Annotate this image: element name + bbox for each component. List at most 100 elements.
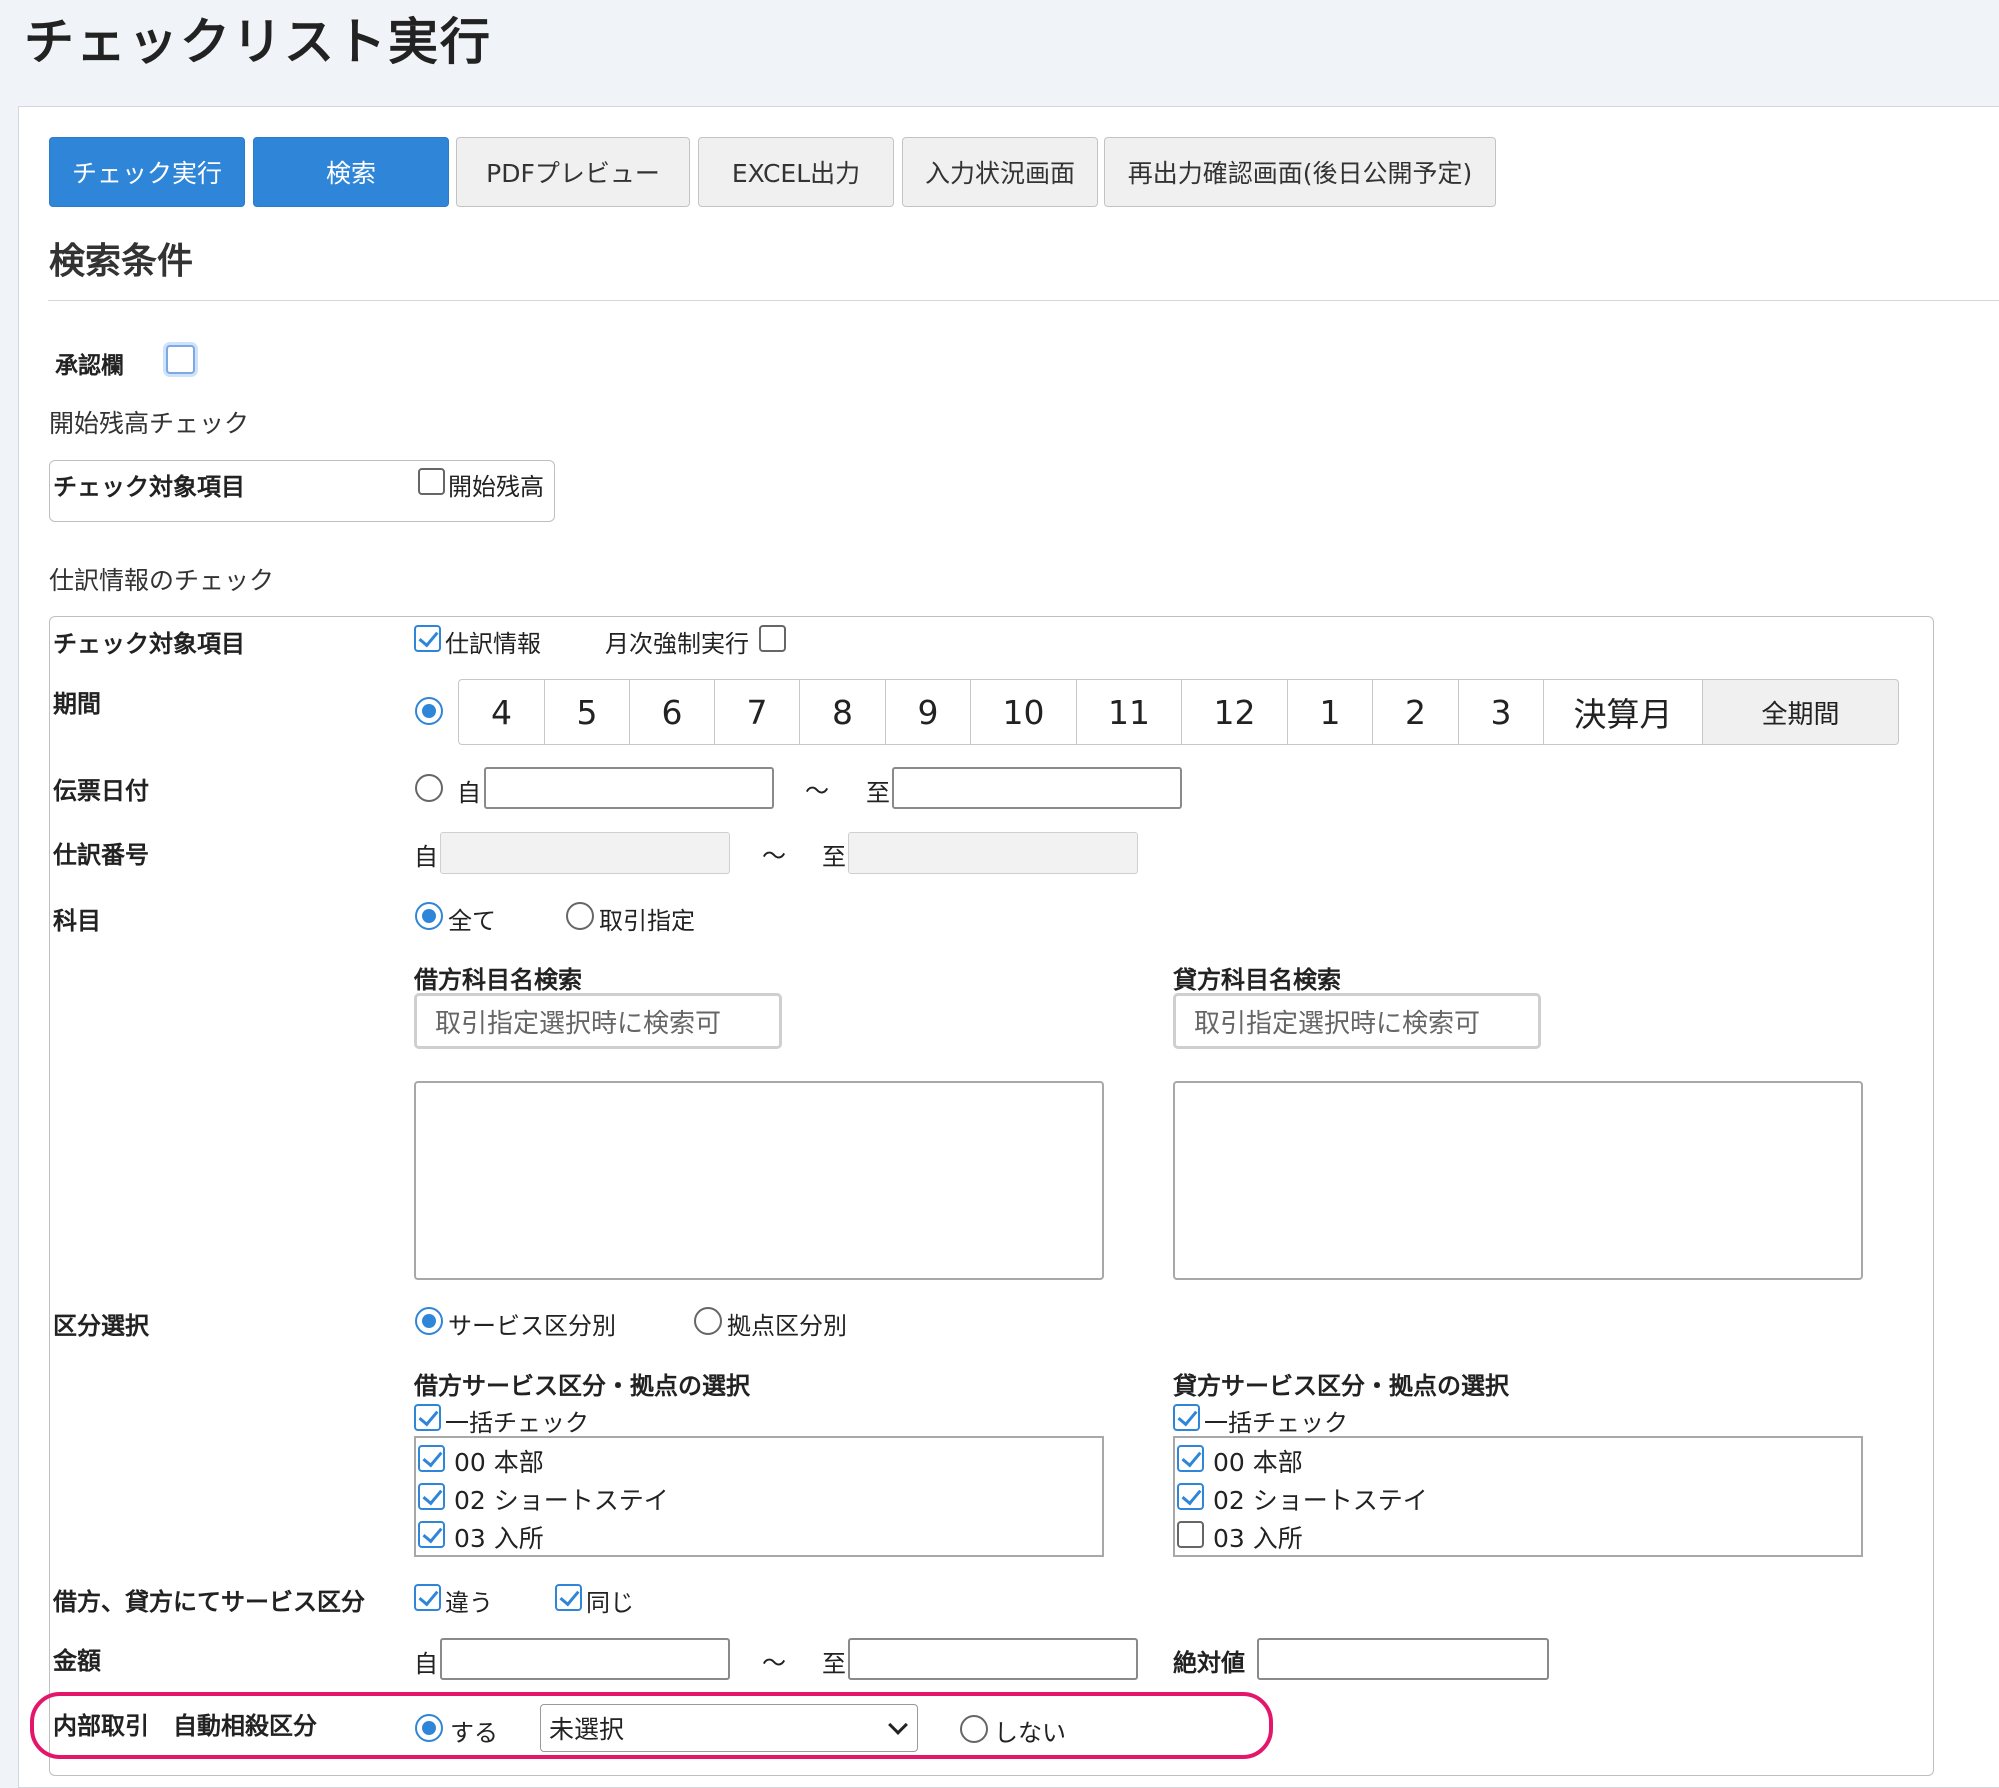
account-specify-radio[interactable] (566, 902, 594, 930)
journal-target-label: チェック対象項目 (53, 630, 245, 658)
month-3[interactable]: 3 (1458, 679, 1544, 745)
chevron-down-icon (888, 1715, 908, 1735)
journal-no-from-input[interactable] (440, 832, 730, 874)
credit-search-input[interactable]: 取引指定選択時に検索可 (1173, 993, 1541, 1049)
slip-date-to-input[interactable] (892, 767, 1182, 809)
journal-section-label: 仕訳情報のチェック (49, 566, 275, 595)
debit-service-00-checkbox[interactable] (418, 1445, 445, 1472)
reoutput-confirm-button[interactable]: 再出力確認画面(後日公開予定) (1104, 137, 1496, 207)
period-radio[interactable] (415, 697, 443, 725)
amount-to-input[interactable] (848, 1638, 1138, 1680)
period-label: 期間 (53, 690, 101, 718)
by-service-radio[interactable] (415, 1307, 443, 1335)
account-label: 科目 (53, 907, 101, 935)
account-all-label: 全て (448, 907, 496, 935)
search-button[interactable]: 検索 (253, 137, 449, 207)
credit-service-label: 貸方サービス区分・拠点の選択 (1173, 1372, 1509, 1400)
credit-service-03-label: 03 入所 (1213, 1524, 1303, 1553)
credit-service-02-label: 02 ショートステイ (1213, 1486, 1428, 1515)
journal-no-label: 仕訳番号 (53, 841, 149, 869)
month-12[interactable]: 12 (1181, 679, 1288, 745)
input-status-button[interactable]: 入力状況画面 (902, 137, 1098, 207)
debit-bulk-checkbox[interactable] (414, 1404, 441, 1431)
different-checkbox[interactable] (414, 1584, 441, 1611)
internal-offset-select[interactable]: 未選択 (540, 1704, 918, 1752)
internal-offset-label: 内部取引 自動相殺区分 (53, 1712, 317, 1740)
month-9[interactable]: 9 (885, 679, 971, 745)
internal-dont-radio[interactable] (960, 1715, 988, 1743)
debit-account-list[interactable] (414, 1081, 1104, 1280)
slip-date-from-input[interactable] (484, 767, 774, 809)
credit-service-03-checkbox[interactable] (1177, 1521, 1204, 1548)
pdf-preview-button[interactable]: PDFプレビュー (456, 137, 690, 207)
amount-from-label: 自 (414, 1650, 438, 1678)
amount-to-label: 至 (822, 1650, 846, 1678)
credit-service-02-checkbox[interactable] (1177, 1483, 1204, 1510)
division-label: 区分選択 (53, 1312, 149, 1340)
absolute-input[interactable] (1257, 1638, 1549, 1680)
slip-date-from-label: 自 (457, 779, 481, 807)
debit-search-label: 借方科目名検索 (414, 966, 582, 994)
debit-service-03-checkbox[interactable] (418, 1521, 445, 1548)
approval-checkbox[interactable] (166, 345, 195, 374)
same-checkbox[interactable] (555, 1584, 582, 1611)
opening-balance-label: 開始残高 (448, 473, 544, 501)
credit-search-label: 貸方科目名検索 (1173, 966, 1341, 994)
monthly-force-label: 月次強制実行 (605, 630, 749, 658)
divider (48, 300, 1999, 301)
month-selector: 4 5 6 7 8 9 10 11 12 1 2 3 決算月 全期間 (458, 679, 1899, 745)
by-base-radio[interactable] (694, 1307, 722, 1335)
internal-dont-label: しない (994, 1719, 1066, 1747)
monthly-force-checkbox[interactable] (759, 625, 786, 652)
journal-info-checkbox[interactable] (414, 625, 441, 652)
month-6[interactable]: 6 (629, 679, 715, 745)
different-label: 違う (445, 1589, 493, 1617)
account-all-radio[interactable] (415, 902, 443, 930)
month-5[interactable]: 5 (544, 679, 630, 745)
excel-export-button[interactable]: EXCEL出力 (698, 137, 894, 207)
credit-service-00-checkbox[interactable] (1177, 1445, 1204, 1472)
debit-service-list[interactable]: 00 本部 02 ショートステイ 03 入所 (414, 1436, 1104, 1557)
opening-balance-checkbox[interactable] (418, 468, 445, 495)
run-check-button[interactable]: チェック実行 (49, 137, 245, 207)
debit-search-input[interactable]: 取引指定選択時に検索可 (414, 993, 782, 1049)
credit-service-list[interactable]: 00 本部 02 ショートステイ 03 入所 (1173, 1436, 1863, 1557)
debit-service-label: 借方サービス区分・拠点の選択 (414, 1372, 750, 1400)
debit-credit-service-label: 借方、貸方にてサービス区分 (53, 1588, 365, 1616)
internal-offset-select-value: 未選択 (549, 1715, 625, 1744)
slip-date-to-label: 至 (866, 779, 890, 807)
month-1[interactable]: 1 (1287, 679, 1373, 745)
month-7[interactable]: 7 (714, 679, 800, 745)
amount-from-input[interactable] (440, 1638, 730, 1680)
journal-no-tilde: 〜 (762, 842, 786, 870)
account-specify-label: 取引指定 (599, 907, 695, 935)
slip-date-radio[interactable] (415, 774, 443, 802)
credit-bulk-checkbox[interactable] (1173, 1404, 1200, 1431)
debit-service-02-checkbox[interactable] (418, 1483, 445, 1510)
month-11[interactable]: 11 (1076, 679, 1182, 745)
month-all-period[interactable]: 全期間 (1702, 679, 1899, 745)
journal-no-to-label: 至 (822, 843, 846, 871)
internal-do-radio[interactable] (415, 1714, 443, 1742)
by-service-label: サービス区分別 (448, 1312, 616, 1340)
credit-service-00-label: 00 本部 (1213, 1448, 1303, 1477)
by-base-label: 拠点区分別 (727, 1312, 847, 1340)
month-8[interactable]: 8 (799, 679, 886, 745)
month-10[interactable]: 10 (970, 679, 1077, 745)
opening-target-label: チェック対象項目 (53, 473, 245, 501)
search-heading: 検索条件 (49, 241, 194, 282)
journal-no-to-input[interactable] (848, 832, 1138, 874)
slip-date-label: 伝票日付 (53, 777, 149, 805)
debit-service-03-label: 03 入所 (454, 1524, 544, 1553)
internal-do-label: する (450, 1719, 498, 1747)
month-4[interactable]: 4 (458, 679, 545, 745)
month-2[interactable]: 2 (1372, 679, 1459, 745)
amount-label: 金額 (53, 1647, 101, 1675)
credit-bulk-label: 一括チェック (1204, 1409, 1348, 1437)
opening-section-label: 開始残高チェック (49, 409, 250, 438)
debit-bulk-label: 一括チェック (445, 1409, 589, 1437)
credit-account-list[interactable] (1173, 1081, 1863, 1280)
journal-no-from-label: 自 (414, 843, 438, 871)
month-closing[interactable]: 決算月 (1543, 679, 1703, 745)
debit-service-02-label: 02 ショートステイ (454, 1486, 669, 1515)
